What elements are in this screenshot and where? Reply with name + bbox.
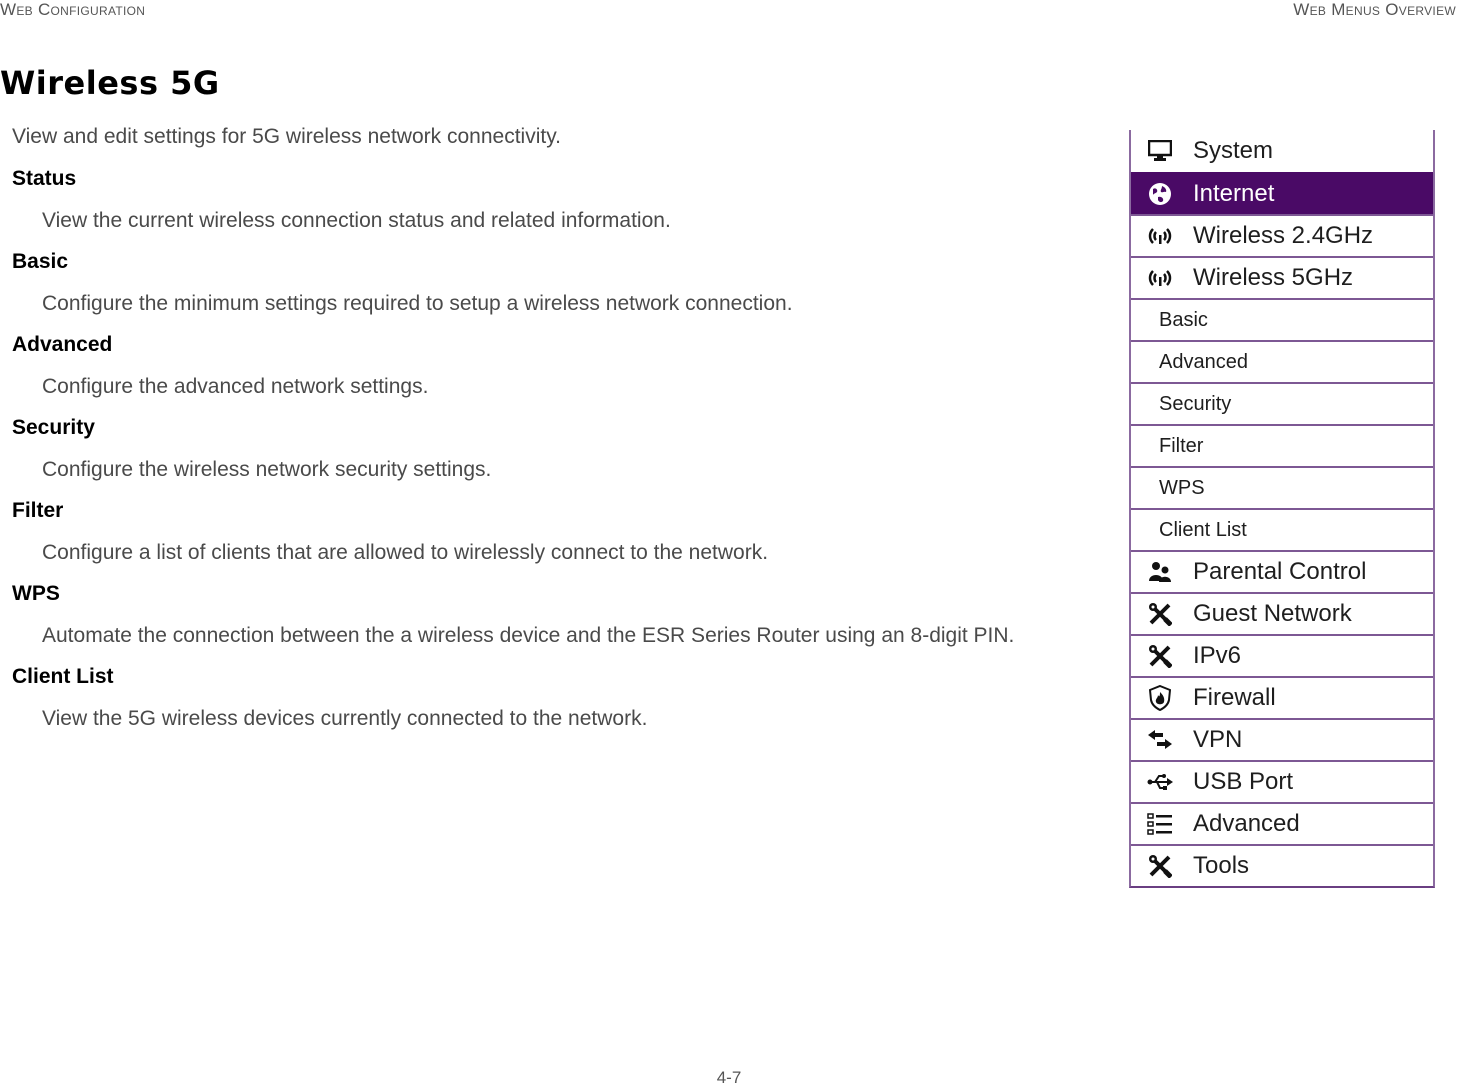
desc-filter: Configure a list of clients that are all… — [42, 541, 769, 564]
menu-item-internet[interactable]: Internet — [1131, 172, 1433, 214]
menu-item-ipv6[interactable]: IPv6 — [1131, 634, 1433, 676]
menu-item-advanced[interactable]: Advanced — [1131, 802, 1433, 844]
menu-item-guest-network[interactable]: Guest Network — [1131, 592, 1433, 634]
desc-wps: Automate the connection between the a wi… — [42, 624, 1015, 647]
monitor-icon — [1145, 140, 1175, 162]
menu-subitem-basic[interactable]: Basic — [1131, 298, 1433, 340]
menu-item-vpn[interactable]: VPN — [1131, 718, 1433, 760]
intro-text: View and edit settings for 5G wireless n… — [12, 125, 561, 148]
menu-item-tools[interactable]: Tools — [1131, 844, 1433, 886]
menu-item-wireless-2-4ghz[interactable]: Wireless 2.4GHz — [1131, 214, 1433, 256]
running-header-left: Web Configuration — [0, 0, 146, 19]
content-body: View and edit settings for 5G wireless n… — [12, 122, 1102, 746]
menu-subitem-client-list[interactable]: Client List — [1131, 508, 1433, 550]
desc-basic: Configure the minimum settings required … — [42, 292, 793, 315]
menu-item-wireless-5ghz[interactable]: Wireless 5GHz — [1131, 256, 1433, 298]
menu-subitem-security[interactable]: Security — [1131, 382, 1433, 424]
users-icon — [1145, 561, 1175, 583]
desc-client-list: View the 5G wireless devices currently c… — [42, 707, 648, 730]
tools-icon — [1145, 644, 1175, 668]
wireless-antenna-icon — [1145, 269, 1175, 287]
term-advanced: Advanced — [12, 333, 113, 356]
term-client-list: Client List — [12, 665, 114, 688]
desc-advanced: Configure the advanced network settings. — [42, 375, 429, 398]
tools-icon — [1145, 602, 1175, 626]
page-title: Wireless 5G — [0, 64, 220, 102]
menu-subitem-wps[interactable]: WPS — [1131, 466, 1433, 508]
menu-item-parental-control[interactable]: Parental Control — [1131, 550, 1433, 592]
desc-status: View the current wireless connection sta… — [42, 209, 671, 232]
wireless-antenna-icon — [1145, 227, 1175, 245]
running-header-right: Web Menus Overview — [1293, 0, 1456, 19]
tools-icon — [1145, 854, 1175, 878]
term-basic: Basic — [12, 250, 69, 273]
shield-fire-icon — [1145, 685, 1175, 711]
menu-subitem-filter[interactable]: Filter — [1131, 424, 1433, 466]
page-number: 4-7 — [716, 1068, 742, 1087]
menu-item-usb-port[interactable]: USB Port — [1131, 760, 1433, 802]
menu-subitem-advanced[interactable]: Advanced — [1131, 340, 1433, 382]
term-wps: WPS — [12, 582, 60, 605]
web-menu-screenshot: System Internet Wireless 2.4GHz Wireless… — [1129, 130, 1435, 888]
usb-icon — [1145, 773, 1175, 791]
desc-security: Configure the wireless network security … — [42, 458, 492, 481]
list-icon — [1145, 813, 1175, 835]
menu-item-system[interactable]: System — [1131, 130, 1433, 172]
term-security: Security — [12, 416, 95, 439]
globe-icon — [1145, 182, 1175, 206]
exchange-arrows-icon — [1145, 729, 1175, 751]
term-status: Status — [12, 167, 77, 190]
term-filter: Filter — [12, 499, 64, 522]
menu-item-firewall[interactable]: Firewall — [1131, 676, 1433, 718]
